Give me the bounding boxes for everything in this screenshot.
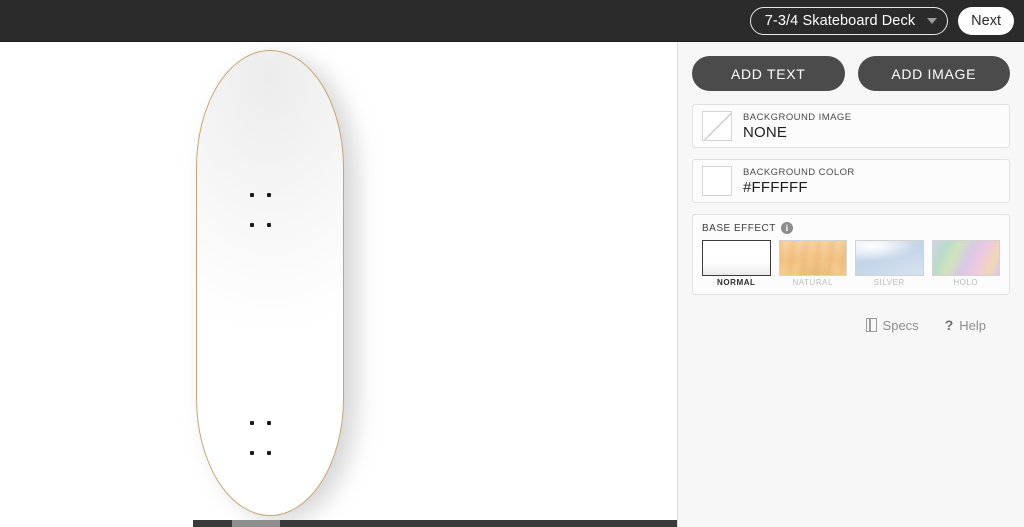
deck-size-select-value: 7-3/4 Skateboard Deck [764,13,916,29]
app-body: ADD TEXT ADD IMAGE BACKGROUND IMAGE NONE… [0,42,1024,527]
background-image-label: BACKGROUND IMAGE [743,111,852,123]
base-effect-swatch-holo[interactable] [931,240,1000,276]
mounting-hole [267,223,271,227]
no-image-slash-icon [703,112,731,140]
base-effect-options: NORMAL NATURAL SILVER HOLO [702,240,1000,287]
base-effect-title: BASE EFFECT [702,222,776,234]
chevron-down-icon [927,18,938,24]
specs-link-label: Specs [882,317,919,333]
background-image-texts: BACKGROUND IMAGE NONE [743,112,852,141]
background-color-swatch[interactable] [702,166,732,196]
base-effect-section: BASE EFFECT i NORMAL NATURAL SILVER HOLO [692,214,1010,295]
mounting-hole [267,193,271,197]
panel-footer-links: Specs ? Help [692,317,1010,333]
mounting-hole [250,223,254,227]
deck-preview-canvas[interactable] [0,42,678,527]
base-effect-option-normal[interactable]: NORMAL [702,240,771,287]
app-header: 7-3/4 Skateboard Deck Next [0,0,1024,42]
base-effect-swatch-natural[interactable] [778,240,847,276]
base-effect-swatch-silver[interactable] [855,240,924,276]
specs-link[interactable]: Specs [865,317,919,333]
action-buttons-row: ADD TEXT ADD IMAGE [692,56,1010,91]
background-image-value: NONE [743,123,788,141]
base-effect-swatch-normal[interactable] [702,240,771,276]
background-color-label: BACKGROUND COLOR [743,166,855,178]
mounting-hole [250,193,254,197]
base-effect-header: BASE EFFECT i [702,222,1000,234]
question-mark-icon: ? [944,317,954,333]
base-effect-label-silver: SILVER [873,278,905,287]
base-effect-label-holo: HOLO [953,278,979,287]
mounting-hole [267,421,271,425]
base-effect-label-normal: NORMAL [717,278,756,287]
background-color-value: #FFFFFF [743,178,808,196]
add-text-button[interactable]: ADD TEXT [692,56,845,91]
mounting-hole [267,451,271,455]
deck-designer-app: 7-3/4 Skateboard Deck Next ADD TEXT ADD … [0,0,1024,527]
help-link[interactable]: ? Help [945,317,986,333]
design-tools-panel: ADD TEXT ADD IMAGE BACKGROUND IMAGE NONE… [678,42,1024,527]
specs-icon [865,318,877,332]
help-link-label: Help [959,317,986,333]
background-image-swatch[interactable] [702,111,732,141]
deck-size-select[interactable]: 7-3/4 Skateboard Deck [749,7,949,35]
next-button[interactable]: Next [958,7,1014,35]
base-effect-label-natural: NATURAL [792,278,834,287]
skateboard-deck[interactable] [196,50,358,522]
background-color-field[interactable]: BACKGROUND COLOR #FFFFFF [692,159,1010,203]
base-effect-option-holo[interactable]: HOLO [931,240,1000,287]
background-color-texts: BACKGROUND COLOR #FFFFFF [743,167,855,196]
background-image-field[interactable]: BACKGROUND IMAGE NONE [692,104,1010,148]
deck-face[interactable] [196,50,344,516]
info-icon[interactable]: i [780,222,793,234]
base-effect-option-silver[interactable]: SILVER [855,240,924,287]
mounting-hole [250,451,254,455]
base-effect-option-natural[interactable]: NATURAL [778,240,847,287]
add-image-button[interactable]: ADD IMAGE [857,56,1010,91]
canvas-horizontal-scrollbar[interactable] [193,520,677,527]
scrollbar-thumb[interactable] [232,520,280,527]
mounting-hole [250,421,254,425]
